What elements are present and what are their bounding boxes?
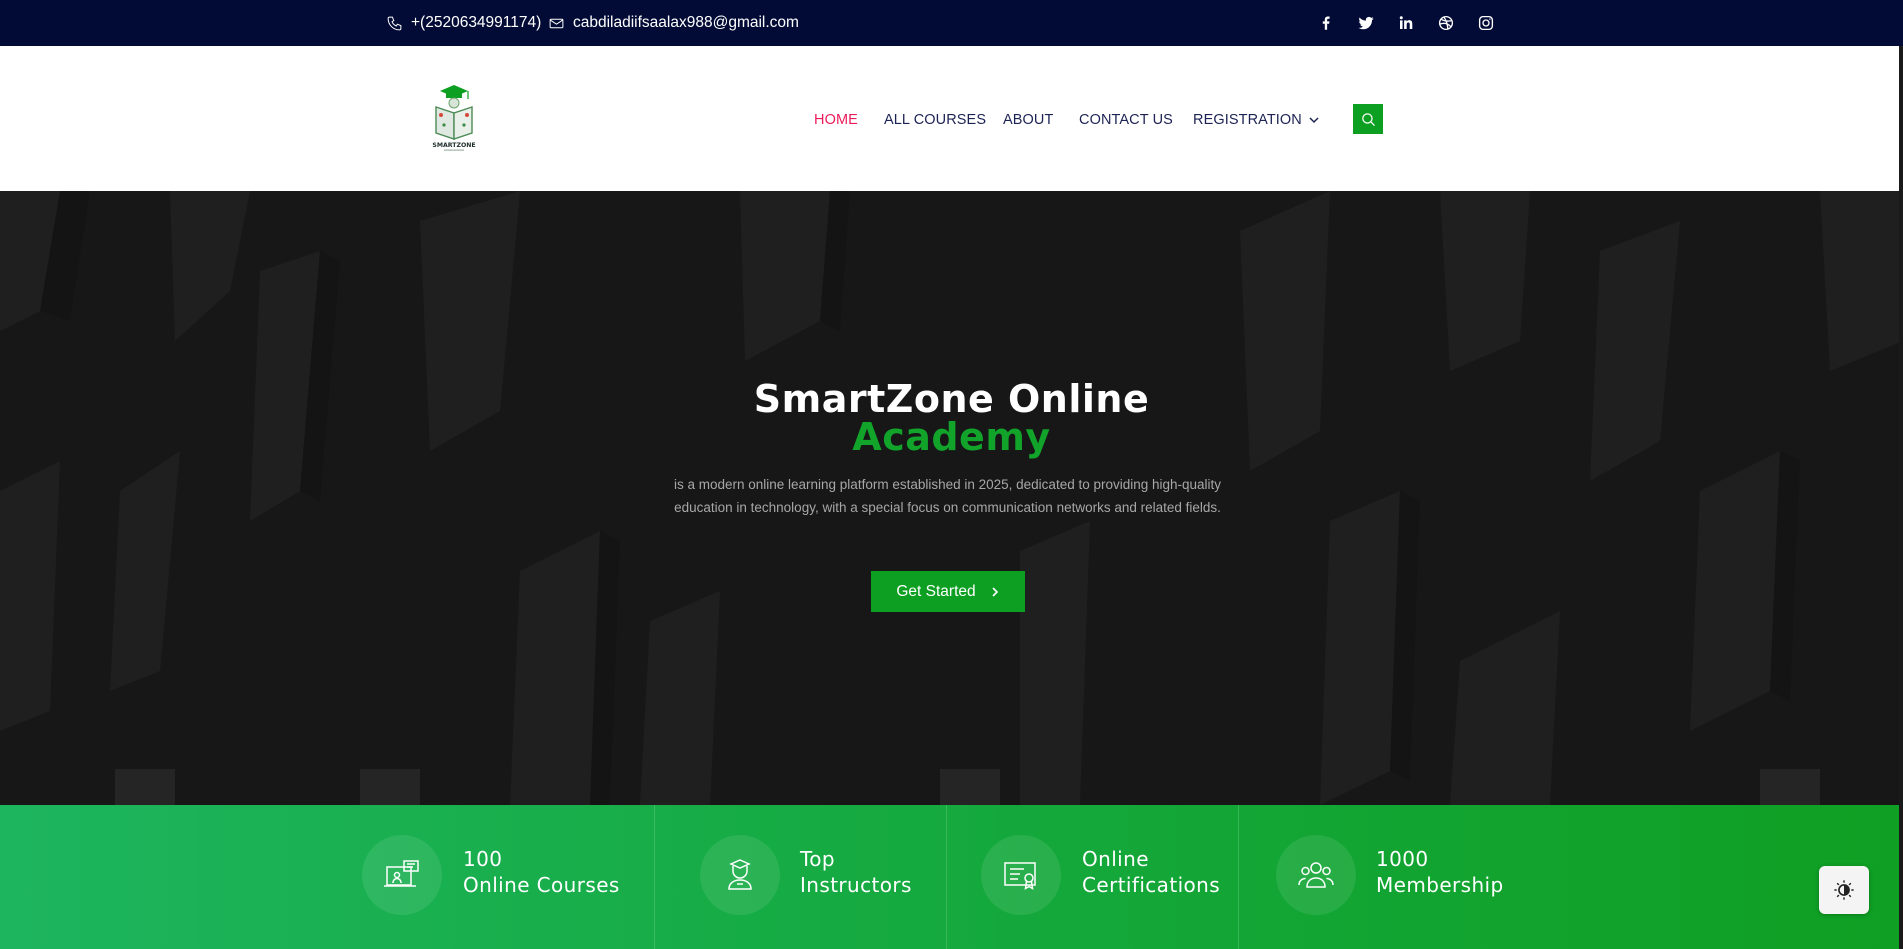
envelope-icon	[549, 18, 564, 28]
contrast-icon	[1834, 880, 1854, 900]
feature-caption: Membership	[1376, 873, 1504, 897]
search-icon	[1361, 112, 1375, 126]
chevron-right-icon	[992, 586, 998, 597]
certificate-icon	[1004, 862, 1036, 890]
phone-contact[interactable]: +(2520634991174)	[386, 0, 541, 46]
feature-label: Top Instructors	[800, 846, 912, 898]
theme-toggle-button[interactable]	[1819, 866, 1869, 914]
feature-icon-circle	[700, 835, 780, 915]
feature-icon-circle	[981, 835, 1061, 915]
chevron-down-icon	[1309, 117, 1319, 124]
nav-registration[interactable]: REGISTRATION	[1193, 110, 1320, 130]
linkedin-link[interactable]	[1392, 0, 1420, 46]
phone-number: +(2520634991174)	[411, 14, 542, 31]
feature-icon-circle	[362, 835, 442, 915]
page: +(2520634991174) cabdiladiifsaalax988@gm…	[0, 0, 1903, 949]
email-contact[interactable]: cabdiladiifsaalax988@gmail.com	[548, 0, 799, 46]
feature-online-certifications: Online Certifications	[981, 805, 1241, 949]
feature-label: 1000 Membership	[1376, 846, 1504, 898]
feature-label: Online Certifications	[1082, 846, 1220, 898]
logo-text: SMARTZONE	[432, 142, 475, 149]
feature-label: 100 Online Courses	[463, 846, 620, 898]
feature-value: 100	[463, 847, 503, 871]
features-strip: 100 Online Courses Top Instructors Onlin…	[0, 805, 1903, 949]
feature-value: Top	[800, 847, 835, 871]
facebook-icon	[1322, 16, 1330, 30]
feature-value: Online	[1082, 847, 1149, 871]
hero-title-line2: Academy	[852, 415, 1051, 459]
feature-top-instructors: Top Instructors	[700, 805, 940, 949]
get-started-button[interactable]: Get Started	[871, 571, 1025, 612]
feature-caption: Online Courses	[463, 873, 620, 897]
dribbble-link[interactable]	[1432, 0, 1460, 46]
dribbble-icon	[1438, 15, 1454, 31]
feature-divider	[654, 805, 655, 949]
feature-caption: Certifications	[1082, 873, 1221, 897]
search-button[interactable]	[1353, 104, 1383, 134]
course-laptop-icon	[384, 860, 419, 887]
feature-divider	[946, 805, 947, 949]
top-bar: +(2520634991174) cabdiladiifsaalax988@gm…	[0, 0, 1903, 46]
feature-icon-circle	[1276, 835, 1356, 915]
instagram-icon	[1478, 15, 1494, 31]
instagram-link[interactable]	[1472, 0, 1500, 46]
email-address: cabdiladiifsaalax988@gmail.com	[573, 14, 799, 31]
nav-all-courses[interactable]: ALL COURSES	[884, 110, 986, 130]
hero-description: is a modern online learning platform est…	[673, 477, 1222, 515]
nav-home[interactable]: HOME	[814, 110, 858, 130]
twitter-icon	[1358, 16, 1374, 30]
nav-about[interactable]: ABOUT	[1003, 110, 1053, 130]
instructor-icon	[728, 859, 752, 890]
facebook-link[interactable]	[1312, 0, 1340, 46]
phone-icon	[387, 16, 402, 30]
get-started-label: Get Started	[896, 582, 976, 600]
twitter-link[interactable]	[1352, 0, 1380, 46]
scrollbar-track[interactable]	[1899, 46, 1903, 949]
feature-online-courses: 100 Online Courses	[362, 805, 652, 949]
smartzone-logo[interactable]: SMARTZONE	[430, 81, 478, 153]
feature-value: 1000	[1376, 847, 1429, 871]
main-header: SMARTZONE HOME ALL COURSES ABOUT CONTACT…	[0, 46, 1903, 191]
feature-membership: 1000 Membership	[1276, 805, 1526, 949]
hero-section: SmartZone Online Academy is a modern onl…	[0, 191, 1903, 805]
linkedin-icon	[1399, 16, 1413, 29]
members-group-icon	[1298, 862, 1334, 888]
feature-divider	[1238, 805, 1239, 949]
nav-contact-us[interactable]: CONTACT US	[1079, 110, 1173, 130]
feature-caption: Instructors	[800, 873, 912, 897]
nav-registration-label: REGISTRATION	[1193, 112, 1302, 128]
